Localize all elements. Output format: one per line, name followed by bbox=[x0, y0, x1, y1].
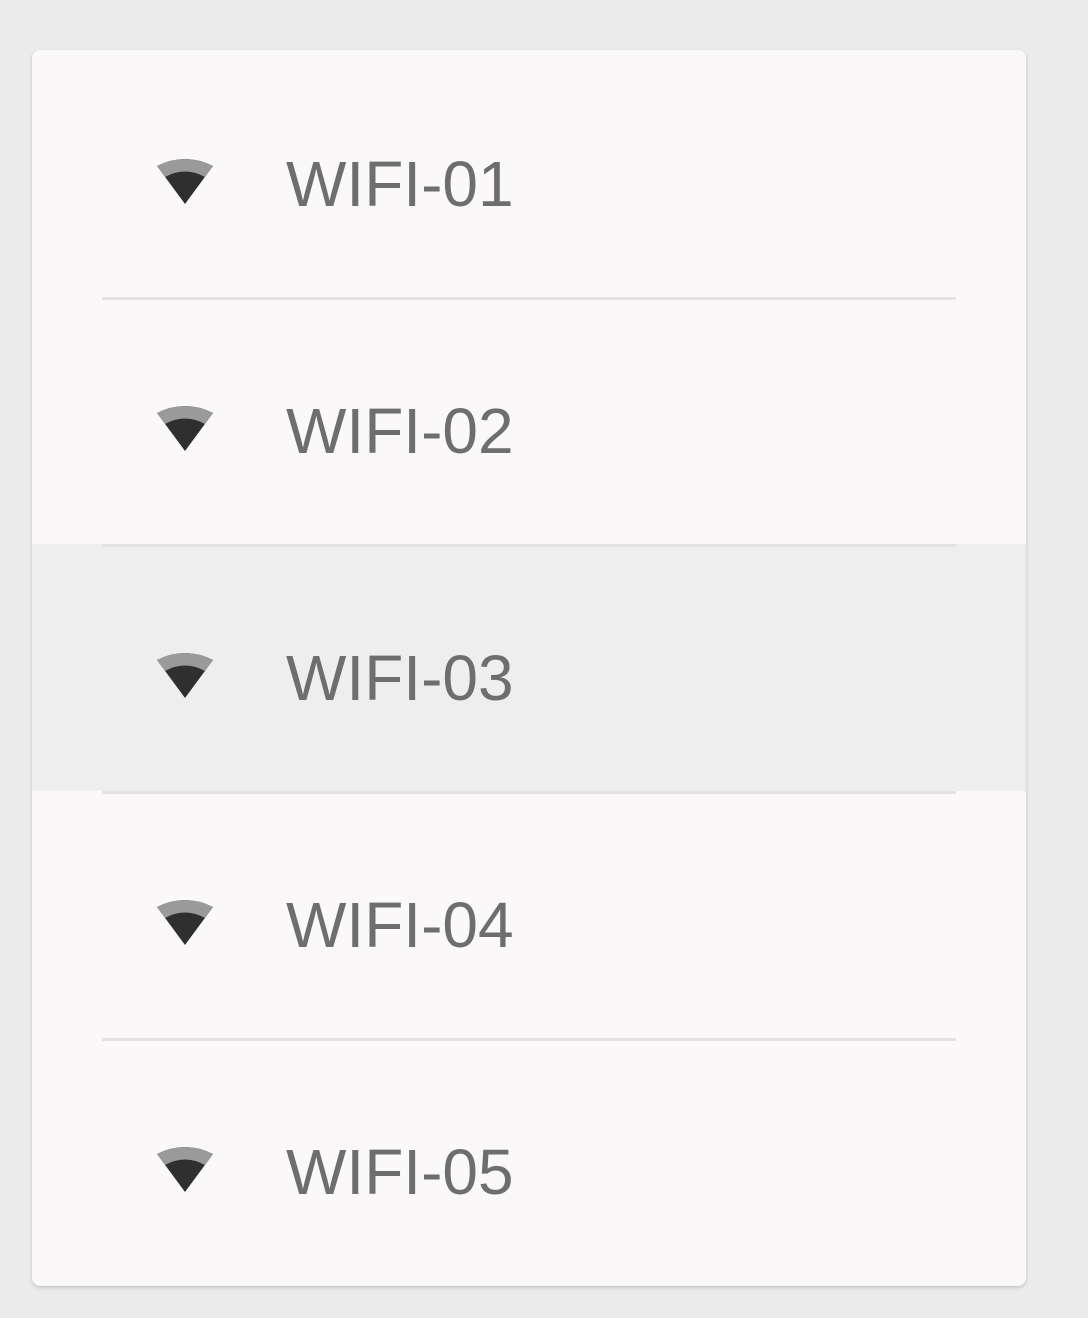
wifi-icon bbox=[155, 158, 215, 206]
list-divider bbox=[102, 544, 956, 547]
wifi-network-name: WIFI-04 bbox=[286, 889, 514, 961]
list-divider bbox=[102, 297, 956, 300]
wifi-network-item[interactable]: WIFI-05 bbox=[32, 1038, 1026, 1285]
wifi-network-item[interactable]: WIFI-01 bbox=[32, 50, 1026, 297]
list-divider bbox=[102, 1038, 956, 1041]
wifi-network-name: WIFI-03 bbox=[286, 642, 514, 714]
wifi-network-name: WIFI-05 bbox=[286, 1136, 514, 1208]
wifi-network-item[interactable]: WIFI-02 bbox=[32, 297, 1026, 544]
wifi-network-list: WIFI-01 WIFI-02 WIFI-03 WIFI-04 WIFI-05 bbox=[32, 50, 1026, 1286]
wifi-network-name: WIFI-02 bbox=[286, 395, 514, 467]
wifi-list-card: WIFI-01 WIFI-02 WIFI-03 WIFI-04 WIFI-05 bbox=[32, 50, 1026, 1286]
wifi-network-name: WIFI-01 bbox=[286, 148, 514, 220]
wifi-network-item-selected[interactable]: WIFI-03 bbox=[32, 544, 1026, 791]
list-divider bbox=[102, 791, 956, 794]
wifi-icon bbox=[155, 652, 215, 700]
wifi-icon bbox=[155, 899, 215, 947]
wifi-icon bbox=[155, 1146, 215, 1194]
wifi-icon bbox=[155, 405, 215, 453]
wifi-network-item[interactable]: WIFI-04 bbox=[32, 791, 1026, 1038]
